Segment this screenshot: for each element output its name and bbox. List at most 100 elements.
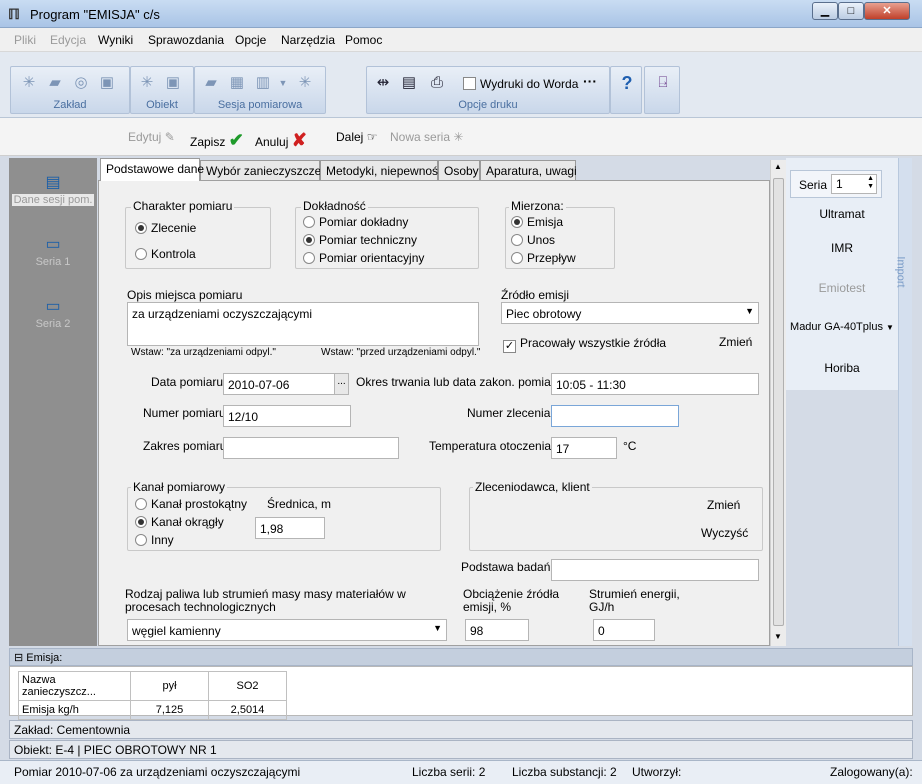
opis-textarea[interactable]: za urządzeniami oczyszczającymi <box>127 302 479 346</box>
menu-pomoc[interactable]: Pomoc <box>345 33 382 47</box>
emisja-panel: Nazwa zanieczyszcz... pył SO2 Emisja kg/… <box>9 666 913 720</box>
emiotest-button[interactable]: Emiotest <box>786 281 898 295</box>
grid-icon[interactable]: ▦ <box>227 73 247 93</box>
import-strip[interactable]: Import <box>895 158 912 646</box>
radio-pomiar-techniczny[interactable]: Pomiar techniczny <box>303 233 417 247</box>
new-series-button[interactable]: Nowa seria ✳ <box>390 130 463 144</box>
obciazenie-input[interactable]: 98 <box>465 619 529 641</box>
tab-podstawowe-dane[interactable]: Podstawowe dane <box>100 158 204 181</box>
nav-seria-2[interactable]: ▭ Seria 2 <box>9 298 97 330</box>
more-button[interactable]: ··· <box>583 73 597 89</box>
zlecenie-input[interactable] <box>551 405 679 427</box>
scroll-thumb[interactable] <box>773 178 784 626</box>
madur-button[interactable]: Madur GA-40Tplus ▼ <box>786 321 898 333</box>
close-button[interactable]: ✕ <box>864 2 910 20</box>
radio-unos[interactable]: Unos <box>511 233 555 247</box>
next-button[interactable]: Dalej ☞ <box>336 130 377 144</box>
radio-zlecenie[interactable]: Zlecenie <box>135 221 196 235</box>
help-icon[interactable]: ? <box>617 73 637 93</box>
zrodlo-select[interactable]: Piec obrotowy ▼ <box>501 302 759 324</box>
podstawa-input[interactable] <box>551 559 759 581</box>
pracowaly-checkbox[interactable]: ✓ Pracowały wszystkie źródła <box>503 336 666 353</box>
menu-sprawozdania[interactable]: Sprawozdania <box>148 33 224 47</box>
scroll-up-icon[interactable]: ▲ <box>774 162 782 171</box>
collapse-icon[interactable]: ⊟ <box>14 652 23 664</box>
zmien-zrodlo-button[interactable]: Zmień <box>719 335 752 349</box>
table-icon[interactable]: ▥ <box>253 73 273 93</box>
radio-inny[interactable]: Inny <box>135 533 174 547</box>
spin-arrows-icon[interactable]: ▲ ▼ <box>867 175 874 191</box>
open-folder-icon[interactable]: ▰ <box>45 73 65 93</box>
radio-pomiar-orientacyjny[interactable]: Pomiar orientacyjny <box>303 251 424 265</box>
delete-object-icon[interactable]: ▣ <box>163 73 183 93</box>
radio-pomiar-dokladny[interactable]: Pomiar dokładny <box>303 215 408 229</box>
strumien-input[interactable]: 0 <box>593 619 655 641</box>
seria-spinner[interactable]: 1 ▲ ▼ <box>831 174 877 194</box>
menu-edycja[interactable]: Edycja <box>50 33 86 47</box>
chevron-down-icon: ▼ <box>433 623 442 633</box>
tab-metodyki[interactable]: Metodyki, niepewność <box>320 160 444 180</box>
menu-wyniki[interactable]: Wyniki <box>98 33 133 47</box>
zrodlo-label: Źródło emisji <box>501 288 570 302</box>
ribbon-toolbar: ✳ ▰ ◎ ▣ Zakład ✳ ▣ Obiekt ▰ ▦ ▥ ▼ ✳ Sesj… <box>0 52 922 118</box>
delete-icon[interactable]: ▣ <box>97 73 117 93</box>
cancel-button[interactable]: Anuluj ✘ <box>255 130 307 151</box>
wstaw-za-link[interactable]: Wstaw: "za urządzeniami odpyl." <box>131 347 276 358</box>
window-icon: ▭ <box>45 236 61 253</box>
ultramat-button[interactable]: Ultramat <box>786 207 898 221</box>
tab-wybor-zanieczyszczen[interactable]: Wybór zanieczyszczeń <box>200 160 328 180</box>
new-session-icon[interactable]: ✳ <box>295 73 315 93</box>
nav-dane-sesji[interactable]: ▤ Dane sesji pom. <box>9 174 97 206</box>
exit-door-icon[interactable]: ⍈ <box>653 73 673 93</box>
data-input[interactable]: 2010-07-06... <box>223 373 349 395</box>
word-export-checkbox[interactable]: Wydruki do Worda <box>463 77 578 91</box>
group-zaklad: ✳ ▰ ◎ ▣ Zakład <box>10 66 130 114</box>
radio-kontrola[interactable]: Kontrola <box>135 247 196 261</box>
table-row: Emisja kg/h 7,125 2,5014 <box>18 700 287 720</box>
nav-seria-1[interactable]: ▭ Seria 1 <box>9 236 97 268</box>
paliwo-select[interactable]: węgiel kamienny ▼ <box>127 619 447 641</box>
menu-opcje[interactable]: Opcje <box>235 33 266 47</box>
minimize-button[interactable]: ▁ <box>812 2 838 20</box>
srednica-input[interactable]: 1,98 <box>255 517 325 539</box>
menu-narzedzia[interactable]: Narzędzia <box>281 33 335 47</box>
radio-emisja[interactable]: Emisja <box>511 215 563 229</box>
numer-input[interactable]: 12/10 <box>223 405 351 427</box>
form-scrollbar[interactable]: ▲ ▼ <box>770 160 786 646</box>
checkmark-icon: ✔ <box>228 130 244 150</box>
fit-width-icon[interactable]: ⇹ <box>373 73 393 93</box>
temp-input[interactable]: 17 <box>551 437 617 459</box>
srednica-label: Średnica, m <box>267 497 332 511</box>
paliwo-label: Rodzaj paliwa lub strumień masy masy mat… <box>125 587 406 614</box>
binoculars-icon[interactable]: ◎ <box>71 73 91 93</box>
printer-icon[interactable]: ⎙ <box>427 73 447 93</box>
horiba-button[interactable]: Horiba <box>786 361 898 375</box>
radio-kanal-prostokatny[interactable]: Kanał prostokątny <box>135 497 247 511</box>
edit-button[interactable]: Edytuj ✎ <box>128 130 175 144</box>
new-object-icon[interactable]: ✳ <box>137 73 157 93</box>
scroll-down-icon[interactable]: ▼ <box>774 632 782 641</box>
date-picker-button[interactable]: ... <box>334 374 348 394</box>
radio-kanal-okragly[interactable]: Kanał okrągły <box>135 515 224 529</box>
left-navigation: ▤ Dane sesji pom. ▭ Seria 1 ▭ Seria 2 <box>9 158 97 646</box>
chevron-down-icon[interactable]: ▼ <box>273 73 293 93</box>
pomiar-status: Pomiar 2010-07-06 za urządzeniami oczysz… <box>14 765 301 779</box>
window-icon: ▭ <box>45 298 61 315</box>
okres-input[interactable]: 10:05 - 11:30 <box>551 373 759 395</box>
open-session-icon[interactable]: ▰ <box>201 73 221 93</box>
emisja-header[interactable]: ⊟ Emisja: <box>9 648 913 666</box>
imr-button[interactable]: IMR <box>786 241 898 255</box>
zakres-input[interactable] <box>223 437 399 459</box>
new-icon[interactable]: ✳ <box>19 73 39 93</box>
wyczysc-button[interactable]: Wyczyść <box>701 526 748 540</box>
document-icon[interactable]: ▤ <box>399 73 419 93</box>
tab-aparatura[interactable]: Aparatura, uwagi <box>480 160 577 180</box>
tab-osoby[interactable]: Osoby <box>438 160 480 180</box>
zmien-klient-button[interactable]: Zmień <box>707 498 740 512</box>
menu-pliki[interactable]: Pliki <box>14 33 36 47</box>
radio-przeplyw[interactable]: Przepływ <box>511 251 576 265</box>
wstaw-przed-link[interactable]: Wstaw: "przed urządzeniami odpyl." <box>321 347 480 358</box>
maximize-button[interactable]: □ <box>838 2 864 20</box>
save-button[interactable]: Zapisz ✔ <box>190 130 244 151</box>
menu-bar: Pliki Edycja Wyniki Sprawozdania Opcje N… <box>0 28 922 52</box>
